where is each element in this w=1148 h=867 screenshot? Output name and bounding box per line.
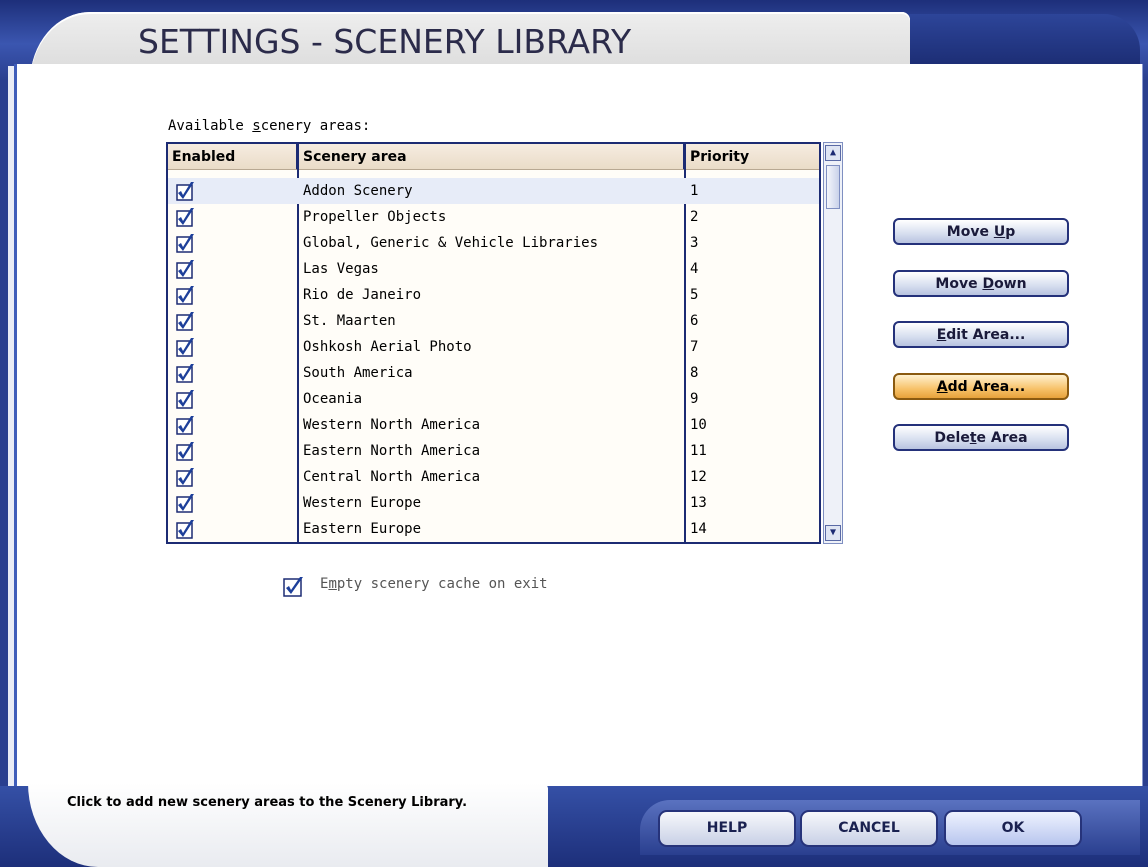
move-up-button[interactable]: Move Up [893, 218, 1069, 245]
enabled-checkbox[interactable] [176, 311, 196, 331]
priority-value: 3 [690, 235, 699, 251]
scenery-area-name: Oceania [303, 391, 363, 407]
priority-value: 14 [690, 521, 707, 537]
table-header: Enabled Scenery area Priority [168, 144, 819, 172]
priority-value: 11 [690, 443, 707, 459]
priority-value: 12 [690, 469, 707, 485]
scenery-area-name: Eastern Europe [303, 521, 422, 537]
enabled-checkbox[interactable] [176, 337, 196, 357]
table-row[interactable]: Western Europe 13 [168, 490, 819, 516]
hint-text: Click to add new scenery areas to the Sc… [67, 795, 468, 810]
scenery-area-table: Enabled Scenery area Priority Addon Scen… [166, 142, 821, 544]
enabled-checkbox[interactable] [176, 363, 196, 383]
scenery-area-name: Addon Scenery [303, 183, 413, 199]
priority-value: 10 [690, 417, 707, 433]
edit-area-button[interactable]: Edit Area... [893, 321, 1069, 348]
enabled-checkbox[interactable] [176, 493, 196, 513]
scenery-area-name: South America [303, 365, 413, 381]
table-row[interactable]: Oshkosh Aerial Photo 7 [168, 334, 819, 360]
enabled-checkbox[interactable] [176, 181, 196, 201]
priority-value: 5 [690, 287, 699, 303]
priority-value: 4 [690, 261, 699, 277]
table-row[interactable]: Central North America 12 [168, 464, 819, 490]
enabled-checkbox[interactable] [176, 389, 196, 409]
table-row[interactable]: South America 8 [168, 360, 819, 386]
enabled-checkbox[interactable] [176, 519, 196, 539]
enabled-checkbox[interactable] [176, 285, 196, 305]
table-row[interactable]: Western North America 10 [168, 412, 819, 438]
scenery-area-name: St. Maarten [303, 313, 396, 329]
enabled-checkbox[interactable] [176, 467, 196, 487]
priority-value: 1 [690, 183, 699, 199]
scroll-down-arrow-icon[interactable]: ▼ [825, 525, 841, 541]
priority-value: 9 [690, 391, 699, 407]
column-header-scenery-area[interactable]: Scenery area [299, 144, 686, 170]
empty-cache-label[interactable]: Empty scenery cache on exit [320, 576, 548, 592]
priority-value: 13 [690, 495, 707, 511]
table-row[interactable]: Oceania 9 [168, 386, 819, 412]
table-row[interactable]: St. Maarten 6 [168, 308, 819, 334]
scenery-area-name: Propeller Objects [303, 209, 447, 225]
enabled-checkbox[interactable] [176, 233, 196, 253]
page-title: SETTINGS - SCENERY LIBRARY [138, 22, 632, 61]
enabled-checkbox[interactable] [176, 259, 196, 279]
priority-value: 7 [690, 339, 699, 355]
scenery-area-name: Global, Generic & Vehicle Libraries [303, 235, 599, 251]
scenery-list-label: Available scenery areas: [168, 118, 371, 134]
priority-value: 8 [690, 365, 699, 381]
table-row[interactable]: Global, Generic & Vehicle Libraries 3 [168, 230, 819, 256]
delete-area-button[interactable]: Delete Area [893, 424, 1069, 451]
enabled-checkbox[interactable] [176, 207, 196, 227]
scenery-area-name: Rio de Janeiro [303, 287, 422, 303]
help-button[interactable]: HELP [658, 810, 796, 847]
ok-button[interactable]: OK [944, 810, 1082, 847]
scrollbar-thumb[interactable] [826, 165, 840, 209]
table-row[interactable]: Addon Scenery 1 [168, 178, 819, 204]
title-bar-corner [908, 14, 1140, 66]
priority-value: 6 [690, 313, 699, 329]
scenery-area-name: Western Europe [303, 495, 422, 511]
table-row[interactable]: Eastern North America 11 [168, 438, 819, 464]
scroll-up-arrow-icon[interactable]: ▲ [825, 145, 841, 161]
scenery-area-name: Oshkosh Aerial Photo [303, 339, 472, 355]
scenery-area-name: Western North America [303, 417, 481, 433]
priority-value: 2 [690, 209, 699, 225]
add-area-button[interactable]: Add Area... [893, 373, 1069, 400]
table-row[interactable]: Propeller Objects 2 [168, 204, 819, 230]
cancel-button[interactable]: CANCEL [800, 810, 938, 847]
column-header-enabled[interactable]: Enabled [168, 144, 299, 170]
table-scrollbar[interactable]: ▲ ▼ [823, 142, 843, 544]
panel-edge [8, 66, 14, 786]
empty-cache-checkbox[interactable] [283, 575, 305, 597]
scenery-area-name: Las Vegas [303, 261, 379, 277]
move-down-button[interactable]: Move Down [893, 270, 1069, 297]
column-header-priority[interactable]: Priority [686, 144, 819, 170]
table-row[interactable]: Rio de Janeiro 5 [168, 282, 819, 308]
enabled-checkbox[interactable] [176, 415, 196, 435]
scenery-area-name: Eastern North America [303, 443, 481, 459]
scenery-area-name: Central North America [303, 469, 481, 485]
enabled-checkbox[interactable] [176, 441, 196, 461]
table-row[interactable]: Eastern Europe 14 [168, 516, 819, 542]
table-row[interactable]: Las Vegas 4 [168, 256, 819, 282]
